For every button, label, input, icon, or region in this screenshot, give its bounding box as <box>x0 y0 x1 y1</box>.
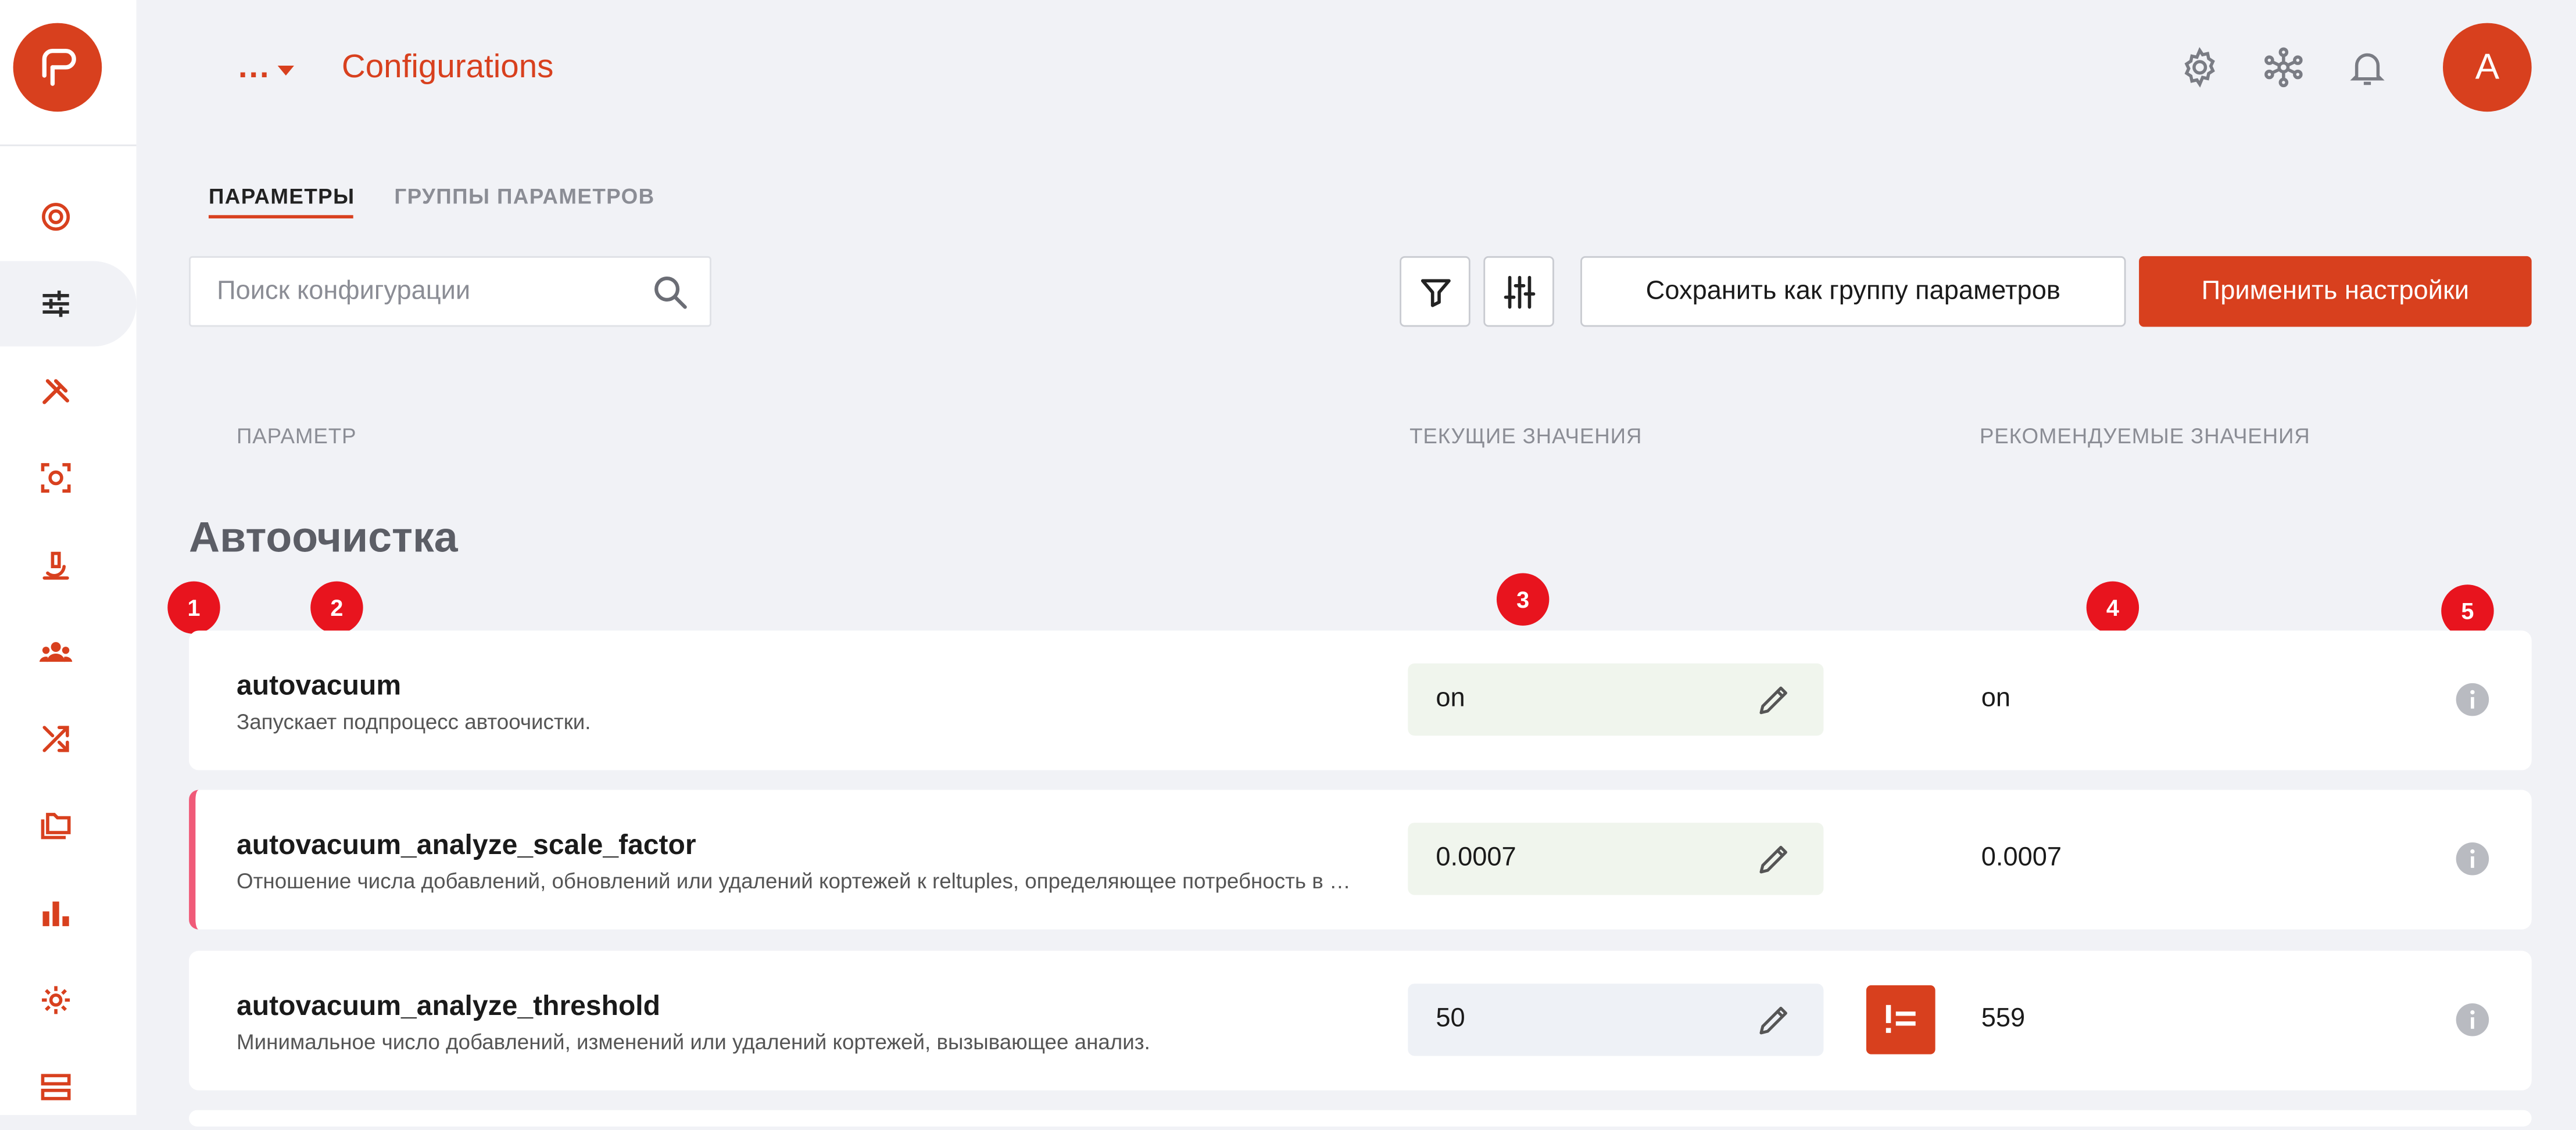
tools-icon <box>42 379 69 404</box>
settings-icon <box>2184 47 2215 88</box>
edit-pencil-icon[interactable] <box>1755 1000 1794 1039</box>
header-settings-button[interactable] <box>2177 44 2223 90</box>
shuffle-icon <box>42 726 69 752</box>
current-value: 0.0007 <box>1436 844 1516 872</box>
filter-button[interactable] <box>1400 256 1471 327</box>
current-value: 50 <box>1436 1005 1465 1033</box>
active-tab-indicator <box>208 215 353 218</box>
save-as-group-button[interactable]: Сохранить как группу параметров <box>1580 256 2126 327</box>
current-value-field[interactable]: 0.0007 <box>1408 823 1824 895</box>
current-value-field[interactable]: 50 <box>1408 984 1824 1056</box>
sidebar-item-servers[interactable] <box>0 1045 137 1130</box>
sidebar-item-settings[interactable] <box>0 957 137 1043</box>
parameter-description: Запускает подпроцесс автоочистки. <box>237 709 591 734</box>
sidebar-item-targets[interactable] <box>0 174 137 260</box>
server-icon <box>41 1074 71 1100</box>
microscope-icon <box>42 551 69 580</box>
annotation-marker: 5 <box>2441 584 2494 637</box>
sidebar-item-tools[interactable] <box>0 348 137 433</box>
network-icon <box>2264 47 2303 88</box>
sidebar-item-charts[interactable] <box>0 870 137 956</box>
sliders-icon <box>42 290 69 317</box>
annotation-marker: 4 <box>2086 581 2139 634</box>
current-value-field[interactable]: on <box>1408 663 1824 736</box>
not-equal-button[interactable] <box>1866 985 1935 1054</box>
team-icon <box>39 642 73 662</box>
info-icon[interactable] <box>2455 1002 2491 1038</box>
user-avatar[interactable]: A <box>2443 23 2532 112</box>
parameter-name: autovacuum <box>237 670 402 701</box>
annotation-marker: 2 <box>310 581 363 634</box>
sidebar-item-folders[interactable] <box>0 783 137 869</box>
bell-icon <box>2350 53 2385 85</box>
sidebar-item-shuffle[interactable] <box>0 696 137 781</box>
annotation-marker: 1 <box>167 581 220 634</box>
gear-icon <box>42 986 70 1014</box>
chevron-down-icon[interactable] <box>277 66 294 76</box>
current-value: on <box>1436 684 1465 713</box>
column-header-current: ТЕКУЩИЕ ЗНАЧЕНИЯ <box>1409 424 1643 449</box>
table-row[interactable]: autovacuum_analyze_scale_factor Отношени… <box>189 790 2532 930</box>
folders-icon <box>41 813 71 840</box>
sidebar-divider <box>0 144 137 146</box>
search-icon[interactable] <box>650 272 690 312</box>
tab-parameters[interactable]: ПАРАМЕТРЫ <box>209 184 355 209</box>
app-logo[interactable] <box>13 23 102 112</box>
target-icon <box>42 203 70 231</box>
info-icon[interactable] <box>2455 681 2491 718</box>
bar-chart-icon <box>42 901 69 927</box>
header-network-button[interactable] <box>2260 44 2306 90</box>
column-header-parameter: ПАРАМЕТР <box>237 424 357 449</box>
sidebar-item-configurations[interactable] <box>0 261 137 347</box>
scan-icon <box>41 463 71 493</box>
edit-pencil-icon[interactable] <box>1755 839 1794 878</box>
parameter-description: Минимальное число добавлений, изменений … <box>237 1029 1150 1054</box>
sidebar-item-team[interactable] <box>0 609 137 695</box>
recommended-value: on <box>1981 684 2011 713</box>
recommended-value: 0.0007 <box>1981 844 2062 872</box>
table-row[interactable]: autovacuum_analyze_threshold Минимальное… <box>189 950 2532 1090</box>
parameter-description: Отношение числа добавлений, обновлений и… <box>237 869 1359 894</box>
recommended-value: 559 <box>1981 1005 2026 1033</box>
info-icon[interactable] <box>2455 841 2491 877</box>
table-row[interactable]: autovacuum Запускает подпроцесс автоочис… <box>189 630 2532 770</box>
edit-pencil-icon[interactable] <box>1755 680 1794 719</box>
page-title: Configurations <box>341 49 554 85</box>
column-settings-button[interactable] <box>1483 256 1554 327</box>
search-input[interactable] <box>190 257 635 325</box>
parameter-name: autovacuum_analyze_scale_factor <box>237 829 696 861</box>
header-notifications-button[interactable] <box>2344 44 2390 90</box>
sidebar <box>0 0 137 1115</box>
search-box <box>189 256 711 327</box>
group-title: Автоочистка <box>189 512 458 562</box>
parameter-name: autovacuum_analyze_threshold <box>237 990 661 1022</box>
logo-chat-icon <box>42 48 76 86</box>
tune-icon <box>1503 275 1534 308</box>
breadcrumb-menu[interactable]: ... <box>238 49 271 87</box>
apply-settings-button[interactable]: Применить настройки <box>2139 256 2532 327</box>
sidebar-item-lab[interactable] <box>0 522 137 608</box>
filter-icon <box>1420 278 1450 307</box>
not-equal-icon <box>1886 1005 1916 1033</box>
tab-parameter-groups[interactable]: ГРУППЫ ПАРАМЕТРОВ <box>394 184 654 209</box>
sidebar-item-scan[interactable] <box>0 435 137 521</box>
table-row[interactable] <box>189 1110 2532 1127</box>
column-header-recommended: РЕКОМЕНДУЕМЫЕ ЗНАЧЕНИЯ <box>1979 424 2310 449</box>
annotation-marker: 3 <box>1496 573 1550 626</box>
